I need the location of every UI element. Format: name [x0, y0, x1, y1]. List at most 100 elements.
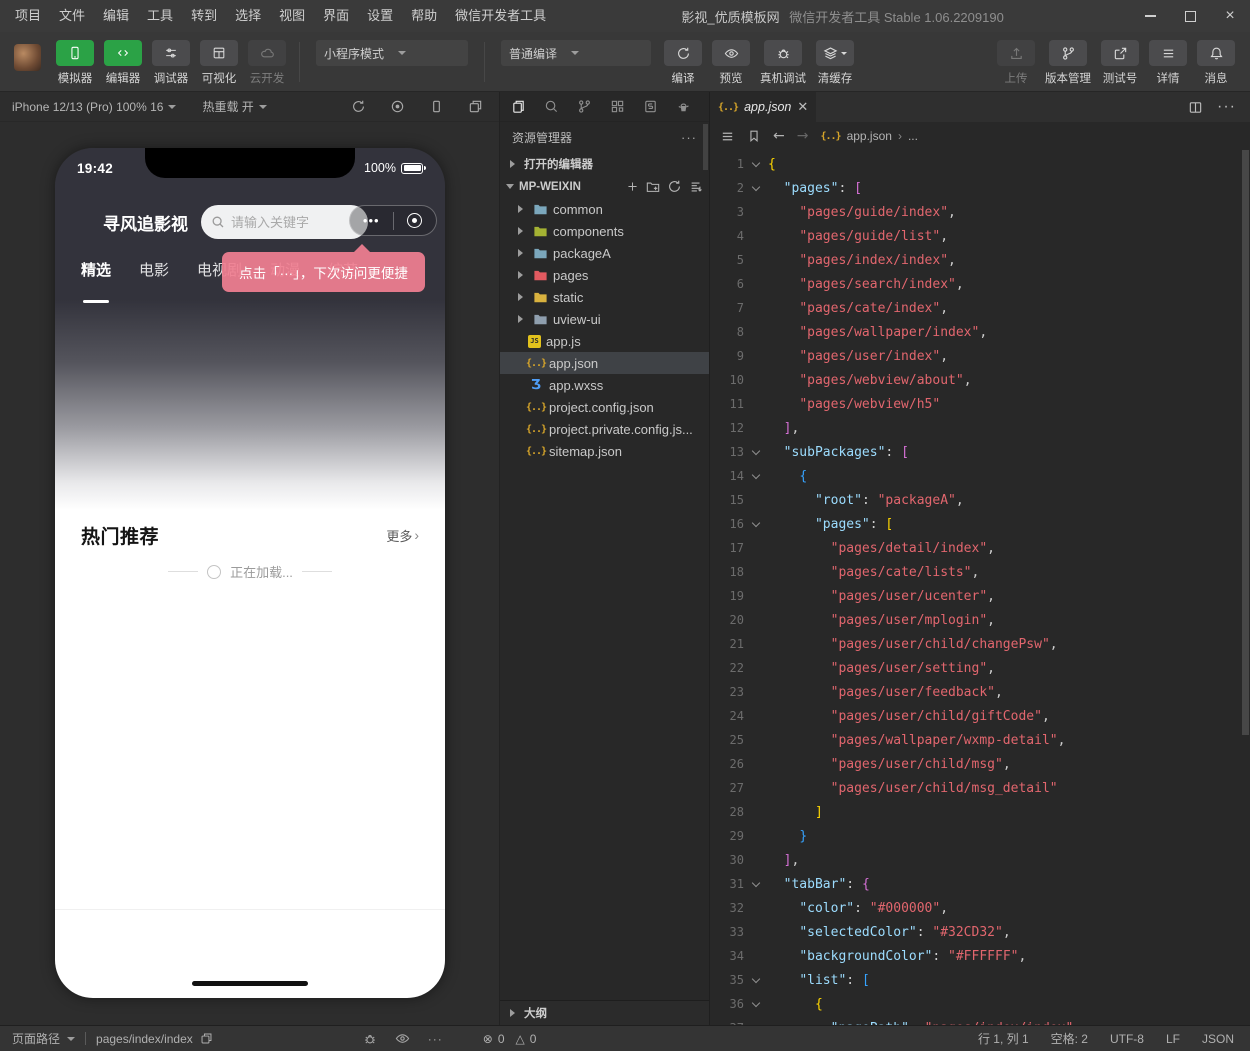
menu-转到[interactable]: 转到: [182, 0, 226, 32]
toolbar-button-menu[interactable]: 详情: [1149, 40, 1187, 86]
toolbar-button-cloud[interactable]: 云开发: [248, 40, 286, 86]
code-line-2[interactable]: 2 "pages": [: [710, 176, 1250, 200]
code-line-20[interactable]: 20 "pages/user/mplogin",: [710, 608, 1250, 632]
search-box[interactable]: [201, 205, 368, 239]
new-folder-icon[interactable]: [646, 180, 660, 194]
tree-item-app.json[interactable]: {..}app.json: [500, 352, 709, 374]
tree-item-common[interactable]: common: [500, 198, 709, 220]
menu-界面[interactable]: 界面: [314, 0, 358, 32]
code-line-34[interactable]: 34 "backgroundColor": "#FFFFFF",: [710, 944, 1250, 968]
copy-icon[interactable]: [200, 1032, 213, 1045]
toolbar-button-sliders[interactable]: 调试器: [152, 40, 190, 86]
tree-item-uview-ui[interactable]: uview-ui: [500, 308, 709, 330]
branch-icon[interactable]: [568, 92, 601, 122]
tab-app-json[interactable]: {..} app.json ✕: [710, 92, 816, 122]
debug-icon[interactable]: [363, 1032, 377, 1046]
code-line-22[interactable]: 22 "pages/user/setting",: [710, 656, 1250, 680]
code-line-9[interactable]: 9 "pages/user/index",: [710, 344, 1250, 368]
more-link[interactable]: 更多 ›: [386, 526, 419, 545]
code-line-12[interactable]: 12 ],: [710, 416, 1250, 440]
statusbar-segment-0[interactable]: 行 1, 列 1: [978, 1030, 1029, 1047]
code-line-3[interactable]: 3 "pages/guide/index",: [710, 200, 1250, 224]
minimize-button[interactable]: [1130, 0, 1170, 32]
statusbar-segment-4[interactable]: JSON: [1202, 1032, 1234, 1046]
code-line-5[interactable]: 5 "pages/index/index",: [710, 248, 1250, 272]
tree-item-app.wxss[interactable]: Ʒapp.wxss: [500, 374, 709, 396]
device-icon[interactable]: [429, 99, 444, 114]
menu-项目[interactable]: 项目: [6, 0, 50, 32]
maximize-button[interactable]: [1170, 0, 1210, 32]
code-line-4[interactable]: 4 "pages/guide/list",: [710, 224, 1250, 248]
split-editor-icon[interactable]: [1188, 100, 1203, 115]
phone-tab-电影[interactable]: 电影: [139, 255, 169, 295]
fold-chevron-icon[interactable]: [744, 451, 768, 454]
eye-icon[interactable]: [395, 1031, 410, 1046]
code-line-18[interactable]: 18 "pages/cate/lists",: [710, 560, 1250, 584]
tree-item-components[interactable]: components: [500, 220, 709, 242]
tree-item-static[interactable]: static: [500, 286, 709, 308]
file-s-icon[interactable]: [634, 92, 667, 122]
code-line-17[interactable]: 17 "pages/detail/index",: [710, 536, 1250, 560]
fold-chevron-icon[interactable]: [744, 523, 768, 526]
page-path-control[interactable]: 页面路径 pages/index/index: [12, 1030, 213, 1047]
explorer-scrollbar[interactable]: [703, 124, 708, 170]
code-line-23[interactable]: 23 "pages/user/feedback",: [710, 680, 1250, 704]
close-button[interactable]: ×: [1210, 0, 1250, 32]
toolbar-button-layers[interactable]: 清缓存: [816, 40, 854, 86]
fold-chevron-icon[interactable]: [744, 979, 768, 982]
code-line-19[interactable]: 19 "pages/user/ucenter",: [710, 584, 1250, 608]
code-line-14[interactable]: 14 {: [710, 464, 1250, 488]
outline-list-icon[interactable]: [720, 129, 735, 144]
menu-工具[interactable]: 工具: [138, 0, 182, 32]
multi-window-icon[interactable]: [468, 99, 483, 114]
collapse-all-icon[interactable]: [689, 180, 703, 194]
close-tab-icon[interactable]: ✕: [797, 99, 808, 115]
code-line-25[interactable]: 25 "pages/wallpaper/wxmp-detail",: [710, 728, 1250, 752]
statusbar-segment-2[interactable]: UTF-8: [1110, 1032, 1144, 1046]
code-line-30[interactable]: 30 ],: [710, 848, 1250, 872]
breadcrumb[interactable]: {..} app.json › ...: [820, 129, 917, 143]
toolbar-button-refresh[interactable]: 编译: [664, 40, 702, 86]
code-line-1[interactable]: 1{: [710, 152, 1250, 176]
problems-indicator[interactable]: ⊗ 0 △ 0: [483, 1032, 537, 1046]
menu-编辑[interactable]: 编辑: [94, 0, 138, 32]
menu-视图[interactable]: 视图: [270, 0, 314, 32]
menu-设置[interactable]: 设置: [358, 0, 402, 32]
code-line-35[interactable]: 35 "list": [: [710, 968, 1250, 992]
toolbar-button-bell[interactable]: 消息: [1197, 40, 1235, 86]
code-line-8[interactable]: 8 "pages/wallpaper/index",: [710, 320, 1250, 344]
code-line-37[interactable]: 37 "pagePath": "pages/index/index",: [710, 1016, 1250, 1025]
compile-select[interactable]: 普通编译: [501, 40, 651, 66]
bookmark-icon[interactable]: [747, 129, 761, 143]
code-line-11[interactable]: 11 "pages/webview/h5": [710, 392, 1250, 416]
toolbar-button-phone[interactable]: 模拟器: [56, 40, 94, 86]
code-line-6[interactable]: 6 "pages/search/index",: [710, 272, 1250, 296]
code-line-26[interactable]: 26 "pages/user/child/msg",: [710, 752, 1250, 776]
code-line-15[interactable]: 15 "root": "packageA",: [710, 488, 1250, 512]
blocks-icon[interactable]: [601, 92, 634, 122]
code-line-27[interactable]: 27 "pages/user/child/msg_detail": [710, 776, 1250, 800]
back-arrow-icon[interactable]: ←: [773, 128, 785, 144]
device-select[interactable]: iPhone 12/13 (Pro) 100% 16: [12, 100, 180, 114]
code-line-28[interactable]: 28 ]: [710, 800, 1250, 824]
search-icon[interactable]: [535, 92, 568, 122]
tree-item-sitemap.json[interactable]: {..}sitemap.json: [500, 440, 709, 462]
tree-item-app.js[interactable]: JSapp.js: [500, 330, 709, 352]
code-line-33[interactable]: 33 "selectedColor": "#32CD32",: [710, 920, 1250, 944]
statusbar-segment-3[interactable]: LF: [1166, 1032, 1180, 1046]
code-editor[interactable]: 1{2 "pages": [3 "pages/guide/index",4 "p…: [710, 150, 1250, 1025]
refresh-icon[interactable]: [351, 99, 366, 114]
teapot-icon[interactable]: [667, 92, 700, 122]
search-input[interactable]: [231, 215, 341, 230]
tree-item-packageA[interactable]: packageA: [500, 242, 709, 264]
forward-arrow-icon[interactable]: →: [797, 128, 809, 144]
toolbar-button-bug[interactable]: 真机调试: [760, 40, 806, 86]
files-icon[interactable]: [502, 92, 535, 122]
code-line-21[interactable]: 21 "pages/user/child/changePsw",: [710, 632, 1250, 656]
code-line-13[interactable]: 13 "subPackages": [: [710, 440, 1250, 464]
toolbar-button-eye[interactable]: 预览: [712, 40, 750, 86]
fold-chevron-icon[interactable]: [744, 163, 768, 166]
editor-scrollbar[interactable]: [1242, 150, 1249, 735]
new-file-icon[interactable]: [626, 180, 639, 193]
code-line-29[interactable]: 29 }: [710, 824, 1250, 848]
